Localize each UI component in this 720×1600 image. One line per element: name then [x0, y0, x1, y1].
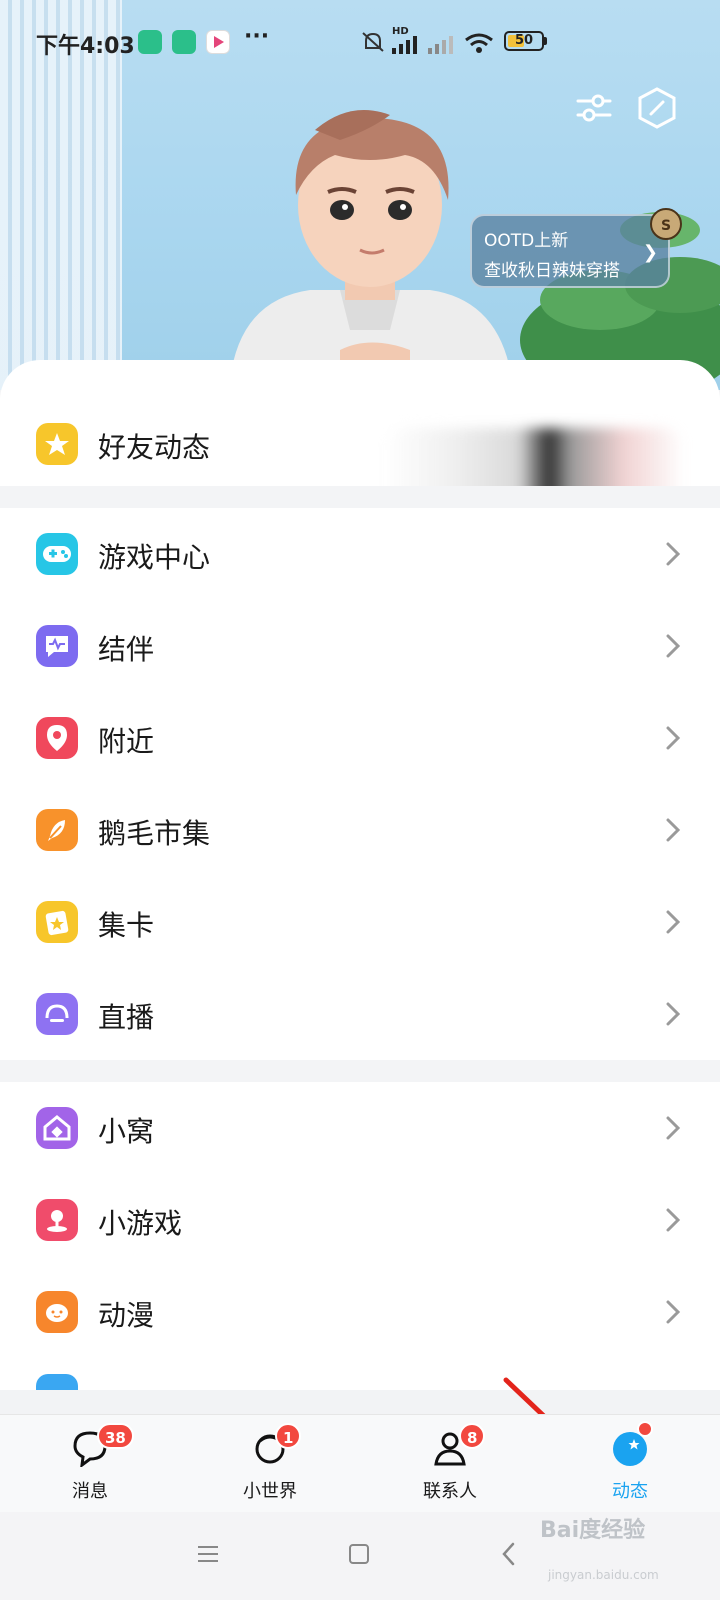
- menu-item-label: 结伴: [98, 633, 155, 666]
- live-icon: [36, 993, 78, 1035]
- adjust-settings-icon[interactable]: [574, 88, 614, 128]
- status-time: 下午4:03: [36, 34, 135, 59]
- menu-item-label: 好友动态: [98, 431, 211, 464]
- menu-item-label: 鹅毛市集: [98, 817, 211, 850]
- chevron-right-icon: [666, 1116, 681, 1140]
- battery-percent: 50: [514, 33, 534, 48]
- wifi-icon: [465, 33, 493, 53]
- menu-item-nearby[interactable]: 附近: [0, 692, 720, 784]
- back-arrow-icon[interactable]: [498, 1540, 520, 1568]
- tab-messages[interactable]: 38 消息: [25, 1415, 155, 1513]
- joystick-icon: [36, 1199, 78, 1241]
- battery-cap: [544, 37, 547, 45]
- mute-bell-icon: [362, 32, 384, 52]
- tab-label: 消息: [72, 1481, 108, 1502]
- menu-item-label: 动漫: [98, 1299, 155, 1332]
- chevron-right-icon: [666, 1208, 681, 1232]
- menu-card: 好友动态 游戏中心 结伴 附近 鹅毛市集 集卡 直播 小窝 小游戏 动漫: [0, 360, 720, 1390]
- menu-item-mini-games[interactable]: 小游戏: [0, 1174, 720, 1266]
- star-icon: [36, 423, 78, 465]
- partial-menu-icon: [36, 1374, 78, 1390]
- watermark-url: jingyan.baidu.com: [548, 1568, 659, 1582]
- profile-banner[interactable]: 下午4:03 ··· HD 50 OOTD上新 查收秋日辣妹穿搭 ❯ S: [0, 0, 720, 390]
- menu-item-label: 集卡: [98, 909, 155, 942]
- section-divider: [0, 486, 720, 508]
- menu-item-label: 游戏中心: [98, 541, 211, 574]
- unread-count-badge: 1: [275, 1423, 302, 1449]
- chevron-right-icon: [666, 818, 681, 842]
- signal-icon: [392, 36, 417, 54]
- menu-item-partial[interactable]: [0, 1358, 720, 1390]
- location-pin-icon: [36, 717, 78, 759]
- promo-title: OOTD上新: [484, 231, 569, 251]
- baidu-jingyan-watermark: Bai度经验: [540, 1518, 646, 1543]
- menu-item-companion[interactable]: 结伴: [0, 600, 720, 692]
- menu-item-game-center[interactable]: 游戏中心: [0, 508, 720, 600]
- menu-item-anime[interactable]: 动漫: [0, 1266, 720, 1358]
- section-divider: [0, 1060, 720, 1082]
- more-notifications-icon: ···: [244, 24, 270, 49]
- tab-feed[interactable]: 动态: [565, 1415, 695, 1513]
- chevron-right-icon: [666, 910, 681, 934]
- menu-item-label: 附近: [98, 725, 155, 758]
- shield-app-icon-2: [172, 30, 196, 54]
- house-icon: [36, 1107, 78, 1149]
- play-store-icon: [206, 30, 230, 54]
- tab-small-world[interactable]: 1 小世界: [205, 1415, 335, 1513]
- chevron-right-icon: [666, 634, 681, 658]
- promo-tag-badge: S: [650, 208, 682, 240]
- anime-face-icon: [36, 1291, 78, 1333]
- menu-item-live[interactable]: 直播: [0, 968, 720, 1060]
- menu-item-friends-feed[interactable]: 好友动态: [0, 398, 720, 508]
- shield-app-icon: [138, 30, 162, 54]
- tab-label: 动态: [612, 1481, 648, 1502]
- promo-subtitle: 查收秋日辣妹穿搭: [484, 261, 620, 281]
- chevron-right-icon: [666, 1300, 681, 1324]
- menu-item-label: 小窝: [98, 1115, 155, 1148]
- outfit-promo-card[interactable]: OOTD上新 查收秋日辣妹穿搭 ❯ S: [470, 208, 682, 288]
- chat-wave-icon: [36, 625, 78, 667]
- chevron-right-icon: [666, 1002, 681, 1026]
- home-square-icon[interactable]: [347, 1542, 371, 1566]
- menu-item-label: 小游戏: [98, 1207, 183, 1240]
- tab-contacts[interactable]: 8 联系人: [385, 1415, 515, 1513]
- chevron-right-icon: [666, 726, 681, 750]
- menu-item-nest[interactable]: 小窝: [0, 1082, 720, 1174]
- unread-count-badge: 8: [459, 1423, 486, 1449]
- hexagon-edit-icon[interactable]: [636, 86, 678, 130]
- tab-label: 小世界: [243, 1481, 297, 1502]
- menu-item-card-collection[interactable]: 集卡: [0, 876, 720, 968]
- menu-lines-icon[interactable]: [196, 1542, 220, 1566]
- tab-label: 联系人: [423, 1481, 477, 1502]
- menu-item-label: 直播: [98, 1001, 155, 1034]
- bottom-tab-bar: 38 消息 1 小世界 8 联系人 动态: [0, 1414, 720, 1513]
- gamepad-icon: [36, 533, 78, 575]
- card-icon: [36, 901, 78, 943]
- menu-item-feather-market[interactable]: 鹅毛市集: [0, 784, 720, 876]
- chevron-right-icon: ❯: [642, 242, 658, 263]
- chevron-right-icon: [666, 542, 681, 566]
- unread-count-badge: 38: [97, 1423, 134, 1449]
- feather-icon: [36, 809, 78, 851]
- battery-indicator: 50: [504, 31, 544, 51]
- new-dot-badge: [637, 1421, 653, 1437]
- signal-2-icon: [428, 36, 453, 54]
